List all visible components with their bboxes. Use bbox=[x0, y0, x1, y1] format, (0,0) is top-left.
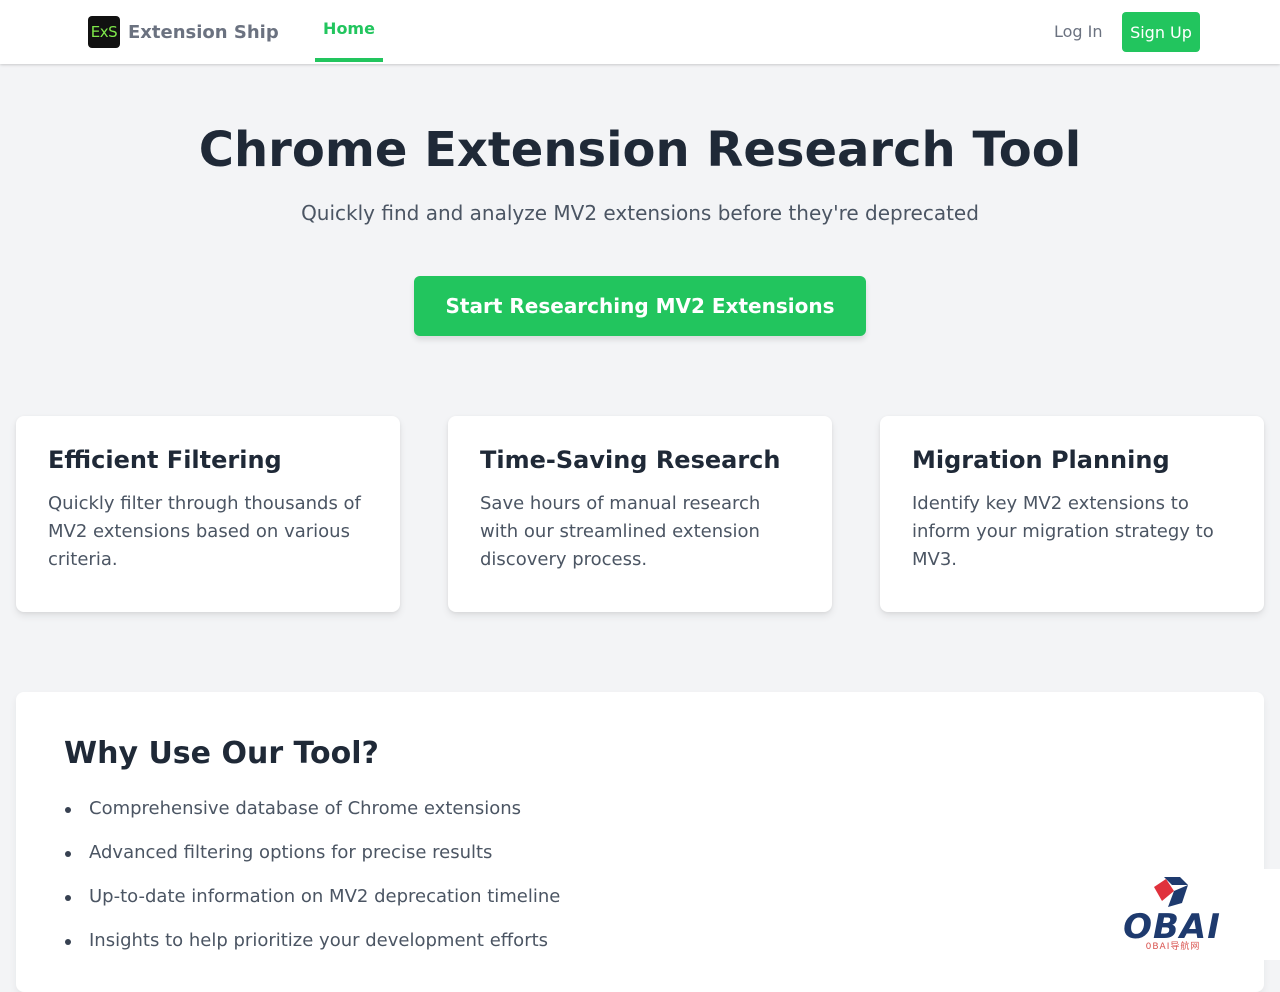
signup-button[interactable]: Sign Up bbox=[1122, 12, 1200, 52]
feature-title: Time-Saving Research bbox=[480, 446, 781, 474]
watermark-caption: 0BAI导航网 bbox=[1145, 942, 1201, 952]
brand-logo-link[interactable]: ExS Extension Ship bbox=[88, 16, 279, 48]
list-item: Insights to help prioritize your develop… bbox=[64, 927, 1216, 971]
feature-title: Migration Planning bbox=[912, 446, 1170, 474]
login-link[interactable]: Log In bbox=[1046, 12, 1111, 52]
nav-home-tab[interactable]: Home bbox=[315, 0, 383, 62]
why-section: Why Use Our Tool? Comprehensive database… bbox=[16, 692, 1264, 992]
feature-title: Efficient Filtering bbox=[48, 446, 282, 474]
hero-subtitle: Quickly find and analyze MV2 extensions … bbox=[301, 201, 979, 225]
start-researching-button[interactable]: Start Researching MV2 Extensions bbox=[414, 276, 866, 336]
feature-card-filtering: Efficient Filtering Quickly filter throu… bbox=[16, 416, 400, 612]
feature-text: Quickly filter through thousands of MV2 … bbox=[48, 493, 361, 570]
list-item: Advanced filtering options for precise r… bbox=[64, 839, 1216, 883]
logo-icon: ExS bbox=[88, 16, 120, 48]
benefits-list: Comprehensive database of Chrome extensi… bbox=[64, 795, 1216, 971]
feature-text: Save hours of manual research with our s… bbox=[480, 493, 761, 570]
hero-title: Chrome Extension Research Tool bbox=[198, 122, 1082, 178]
list-item: Up-to-date information on MV2 deprecatio… bbox=[64, 883, 1216, 927]
feature-text: Identify key MV2 extensions to inform yo… bbox=[912, 493, 1214, 570]
watermark-logo: OBAI 0BAI导航网 bbox=[1112, 869, 1280, 960]
top-navbar: ExS Extension Ship Home Log In Sign Up bbox=[0, 0, 1280, 64]
feature-card-research: Time-Saving Research Save hours of manua… bbox=[448, 416, 832, 612]
cube-icon bbox=[1154, 877, 1188, 907]
feature-card-migration: Migration Planning Identify key MV2 exte… bbox=[880, 416, 1264, 612]
brand-name: Extension Ship bbox=[128, 21, 279, 43]
why-title: Why Use Our Tool? bbox=[64, 736, 379, 771]
list-item: Comprehensive database of Chrome extensi… bbox=[64, 795, 1216, 839]
